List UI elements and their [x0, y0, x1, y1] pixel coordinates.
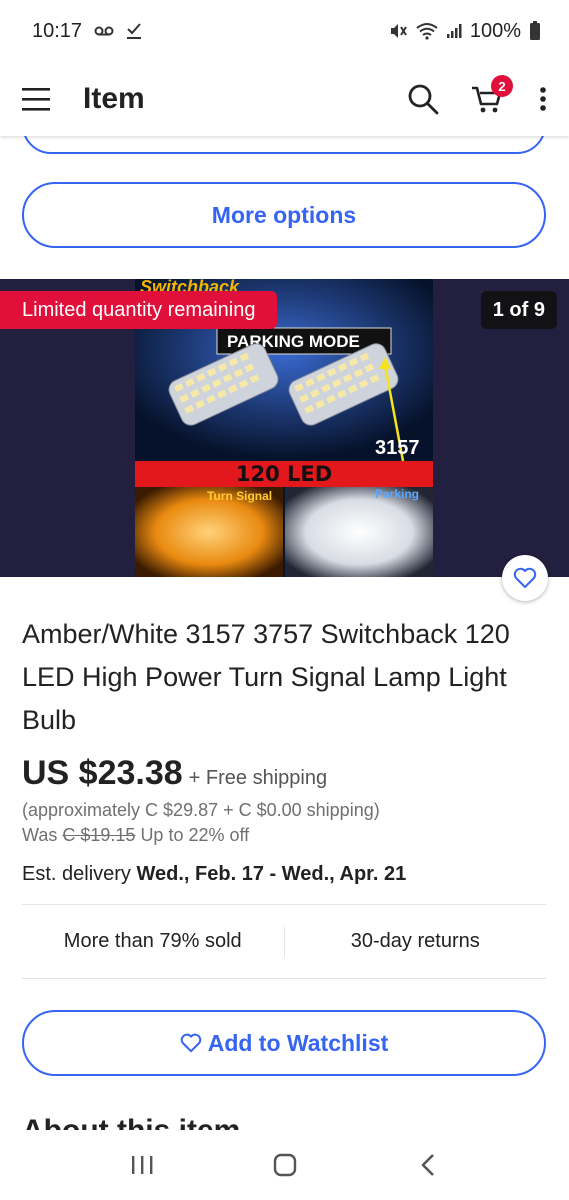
image-gallery[interactable]: Switchback PARKING MODE 3157 120 LED Tur…: [0, 279, 569, 577]
approx-price: (approximately C $29.87 + C $0.00 shippi…: [22, 800, 380, 820]
status-bar: 10:17 100%: [0, 0, 569, 62]
limited-quantity-badge: Limited quantity remaining: [0, 291, 278, 329]
previous-button-partial[interactable]: [22, 136, 546, 154]
voicemail-icon: [94, 25, 114, 37]
item-stats: More than 79% sold 30-day returns: [22, 904, 546, 979]
delivery-dates: Wed., Feb. 17 - Wed., Apr. 21: [136, 863, 407, 885]
battery-percent: 100%: [469, 19, 521, 42]
download-done-icon: [126, 22, 142, 40]
home-icon[interactable]: [255, 1140, 315, 1190]
cart-count-badge: 2: [491, 75, 513, 97]
more-options-button[interactable]: More options: [22, 182, 546, 248]
add-to-watchlist-label: Add to Watchlist: [207, 1029, 389, 1056]
image-parking-text: Parking: [375, 487, 419, 501]
limited-quantity-label: Limited quantity remaining: [22, 298, 256, 321]
item-price: US $23.38: [22, 754, 183, 792]
delivery-label: Est. delivery: [22, 863, 131, 885]
image-counter-label: 1 of 9: [492, 298, 545, 321]
was-price: C $19.15: [62, 825, 136, 845]
system-nav-bar: [0, 1130, 569, 1200]
menu-icon[interactable]: [22, 86, 52, 112]
heart-icon: [513, 567, 537, 589]
cart-button[interactable]: 2: [471, 75, 513, 115]
more-options-label: More options: [211, 201, 357, 228]
wifi-icon: [416, 22, 438, 40]
overflow-menu-icon[interactable]: [539, 86, 547, 112]
favorite-button[interactable]: [502, 555, 548, 601]
mute-vibrate-icon: [388, 21, 408, 41]
item-title: Amber/White 3157 3757 Switchback 120 LED…: [22, 619, 510, 735]
was-price-row: Was C $19.15 Up to 22% off: [22, 825, 249, 846]
image-model-text: 3157: [375, 437, 420, 459]
returns-stat: 30-day returns: [350, 930, 480, 952]
search-icon[interactable]: [407, 83, 439, 115]
status-time: 10:17: [32, 19, 83, 42]
shipping-text: + Free shipping: [188, 767, 328, 789]
recent-apps-icon[interactable]: [112, 1140, 172, 1190]
sold-stat: More than 79% sold: [63, 930, 242, 952]
battery-icon: [529, 21, 541, 41]
item-content[interactable]: More options Switchback PARKING MODE 315…: [0, 136, 569, 1130]
heart-icon: [180, 1033, 202, 1053]
image-led-text: 120 LED: [236, 462, 332, 486]
image-counter: 1 of 9: [480, 291, 557, 329]
discount-text: Up to 22% off: [140, 825, 250, 845]
page-title: Item: [83, 82, 145, 115]
image-turn-signal-text: Turn Signal: [207, 489, 272, 503]
back-icon[interactable]: [398, 1140, 458, 1190]
price-row: US $23.38 + Free shipping: [22, 754, 327, 793]
app-header: Item 2: [0, 62, 569, 136]
about-section-heading: About this item: [22, 1114, 240, 1130]
was-label: Was: [22, 825, 58, 845]
delivery-estimate: Est. delivery Wed., Feb. 17 - Wed., Apr.…: [22, 863, 406, 886]
signal-icon: [446, 23, 462, 39]
add-to-watchlist-button[interactable]: Add to Watchlist: [22, 1010, 546, 1076]
